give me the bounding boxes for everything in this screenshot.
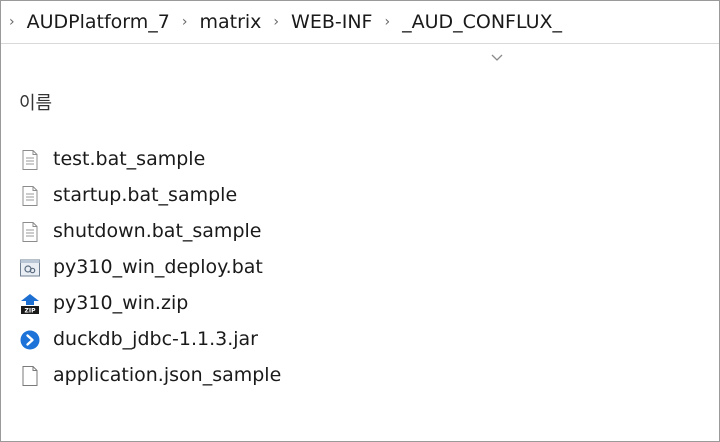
text-file-icon: [22, 186, 38, 206]
file-name: py310_win_deploy.bat: [53, 256, 263, 278]
list-item[interactable]: shutdown.bat_sample: [1, 216, 719, 248]
breadcrumb-item-audplatform[interactable]: AUDPlatform_7: [27, 11, 170, 33]
chevron-right-icon[interactable]: ›: [273, 14, 279, 30]
list-item[interactable]: duckdb_jdbc-1.1.3.jar: [1, 324, 719, 356]
file-name: test.bat_sample: [53, 148, 206, 170]
list-item[interactable]: test.bat_sample: [1, 144, 719, 176]
text-file-icon: [22, 150, 38, 170]
list-item[interactable]: startup.bat_sample: [1, 180, 719, 212]
list-item[interactable]: py310_win_deploy.bat: [1, 252, 719, 284]
file-name: startup.bat_sample: [53, 184, 238, 206]
text-file-icon: [22, 222, 38, 242]
svg-text:ZIP: ZIP: [25, 308, 37, 315]
breadcrumb-item-web-inf[interactable]: WEB-INF: [291, 11, 372, 33]
batch-file-icon: [20, 259, 40, 277]
breadcrumb-item-matrix[interactable]: matrix: [199, 11, 261, 33]
column-header[interactable]: 이름: [1, 43, 719, 114]
file-name: shutdown.bat_sample: [53, 220, 262, 242]
breadcrumb: › AUDPlatform_7 › matrix › WEB-INF › _AU…: [1, 1, 719, 44]
sort-chevron-icon: [491, 54, 503, 61]
explorer-window: › AUDPlatform_7 › matrix › WEB-INF › _AU…: [0, 0, 720, 442]
column-name-header[interactable]: 이름: [19, 89, 52, 115]
list-item[interactable]: ZIP py310_win.zip: [1, 288, 719, 320]
chevron-right-icon[interactable]: ›: [9, 14, 15, 30]
file-name: duckdb_jdbc-1.1.3.jar: [53, 328, 258, 350]
file-name: py310_win.zip: [53, 292, 189, 314]
breadcrumb-item-aud-conflux[interactable]: _AUD_CONFLUX_: [402, 11, 562, 33]
file-name: application.json_sample: [53, 364, 282, 386]
zip-archive-icon: ZIP: [21, 294, 39, 315]
chevron-right-icon[interactable]: ›: [182, 14, 188, 30]
jar-file-icon: [20, 330, 40, 350]
chevron-right-icon[interactable]: ›: [384, 14, 390, 30]
list-item[interactable]: application.json_sample: [1, 360, 719, 392]
blank-file-icon: [22, 366, 38, 386]
